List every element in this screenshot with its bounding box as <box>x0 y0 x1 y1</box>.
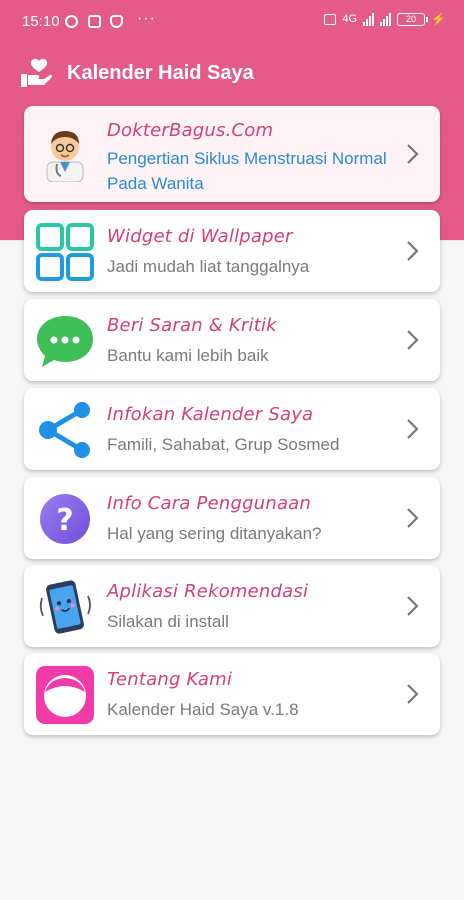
app-logo-icon <box>36 666 94 724</box>
question-icon: ? <box>40 494 90 544</box>
signal-icon <box>380 12 392 26</box>
chevron-right-icon <box>407 241 419 261</box>
phone-app-icon <box>39 580 91 634</box>
chevron-right-icon <box>407 419 419 439</box>
chevron-right-icon <box>407 330 419 350</box>
menu-item-subtitle: Famili, Sahabat, Grup Sosmed <box>107 435 340 454</box>
menu-item-subtitle: Pengertian Siklus Menstruasi Normal Pada… <box>107 149 387 193</box>
menu-item-title: Beri Saran & Kritik <box>107 315 277 336</box>
menu-item-widget[interactable]: Widget di Wallpaper Jadi mudah liat tang… <box>24 210 440 292</box>
widget-grid-icon <box>36 223 94 281</box>
charging-icon: ⚡ <box>431 12 446 26</box>
battery-icon: 20 <box>397 12 429 26</box>
app-title: Kalender Haid Saya <box>67 62 254 84</box>
menu-item-subtitle: Bantu kami lebih baik <box>107 346 269 365</box>
chevron-right-icon <box>407 596 419 616</box>
heart-hand-logo-icon <box>21 58 52 87</box>
menu-item-title: Widget di Wallpaper <box>107 226 293 247</box>
app-bar: Kalender Haid Saya <box>0 48 464 98</box>
signal-icon <box>363 12 375 26</box>
menu-item-feedback[interactable]: Beri Saran & Kritik Bantu kami lebih bai… <box>24 299 440 381</box>
doctor-icon <box>46 131 84 182</box>
menu-item-title: Info Cara Penggunaan <box>107 493 312 514</box>
menu-item-title: Aplikasi Rekomendasi <box>107 581 309 602</box>
chevron-right-icon <box>407 684 419 704</box>
menu-item-title: DokterBagus.Com <box>107 120 274 141</box>
menu-item-share[interactable]: Infokan Kalender Saya Famili, Sahabat, G… <box>24 388 440 470</box>
share-icon <box>39 402 90 458</box>
menu-item-help[interactable]: ? Info Cara Penggunaan Hal yang sering d… <box>24 477 440 559</box>
menu-item-about[interactable]: Tentang Kami Kalender Haid Saya v.1.8 <box>24 653 440 735</box>
menu-item-subtitle: Jadi mudah liat tanggalnya <box>107 257 310 276</box>
chat-bubble-icon <box>37 316 93 367</box>
chevron-right-icon <box>407 144 419 164</box>
network-type-label: 4G <box>342 13 358 25</box>
vibrate-icon <box>324 13 337 25</box>
app-notification-icon <box>88 15 101 28</box>
status-bar: 15:10 ··· 4G 20 ⚡ <box>0 0 464 40</box>
menu-item-title: Tentang Kami <box>107 669 233 690</box>
chevron-right-icon <box>407 508 419 528</box>
more-notifications-icon: ··· <box>137 10 156 27</box>
status-time: 15:10 <box>22 13 60 30</box>
menu-item-subtitle: Silakan di install <box>107 612 229 631</box>
whatsapp-icon <box>65 15 78 28</box>
menu-item-subtitle: Hal yang sering ditanyakan? <box>107 524 322 543</box>
svg-text:?: ? <box>56 503 73 538</box>
menu-item-subtitle: Kalender Haid Saya v.1.8 <box>107 700 299 719</box>
menu-item-title: Infokan Kalender Saya <box>107 404 314 425</box>
menu-item-dokterbagus[interactable]: DokterBagus.Com Pengertian Siklus Menstr… <box>24 106 440 202</box>
shield-icon <box>110 15 123 28</box>
menu-item-recommended-apps[interactable]: Aplikasi Rekomendasi Silakan di install <box>24 565 440 647</box>
